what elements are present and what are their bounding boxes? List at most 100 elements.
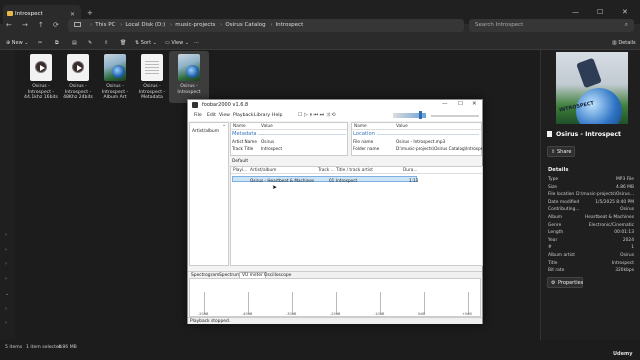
col-duration[interactable]: Dura...: [403, 168, 418, 173]
playlist-row[interactable]: Osirus - Heartbeat & Machines 01 Introsp…: [232, 176, 418, 183]
tab-title: Introspect: [15, 11, 43, 17]
nav-chevron-icon[interactable]: ›: [5, 320, 7, 326]
detail-row: Type MP3 File: [548, 177, 634, 183]
view-button[interactable]: ▭ View ⌄: [165, 40, 189, 46]
detail-value: 2024: [622, 237, 634, 243]
search-input[interactable]: Search Introspect ⌕: [469, 19, 634, 32]
close-tab-icon[interactable]: ✕: [70, 11, 75, 18]
menu-file[interactable]: File: [194, 113, 202, 118]
search-placeholder: Search Introspect: [475, 22, 524, 28]
nav-chevron-icon[interactable]: ›: [5, 247, 7, 253]
monitor-icon: [74, 22, 81, 27]
new-tab-icon[interactable]: +: [87, 9, 93, 17]
nav-chevron-icon[interactable]: ›: [5, 261, 7, 267]
details-button[interactable]: ▥ Details: [612, 40, 636, 46]
menu-playback[interactable]: Playback: [233, 113, 254, 118]
nav-chevron-icon[interactable]: ›: [5, 232, 7, 238]
breadcrumb-local-disk[interactable]: Local Disk (D:): [125, 22, 165, 28]
location-header: Name Value: [352, 123, 481, 130]
refresh-icon[interactable]: ⟳: [53, 21, 59, 29]
nav-chevron-icon[interactable]: ⌄: [5, 291, 9, 297]
file-name: Osirus - Introspect - 48Khz 24bits: [63, 84, 93, 101]
forward-icon[interactable]: →: [22, 21, 28, 29]
nav-chevron-icon[interactable]: ›: [5, 276, 7, 282]
loc-value[interactable]: Osirus - Introspect.mp3: [396, 139, 445, 144]
vu-tick: [248, 292, 249, 314]
loc-value[interactable]: D:\music-projects\Osirus Catalog\Introsp…: [396, 146, 482, 151]
meta-value[interactable]: Introspect: [261, 146, 282, 151]
row-artist-album: Osirus - Heartbeat & Machines: [250, 178, 315, 183]
cut-icon[interactable]: ✂: [38, 40, 42, 46]
menu-library[interactable]: Library: [254, 113, 270, 118]
breadcrumb-this-pc[interactable]: This PC: [95, 22, 115, 28]
playlist-header: Playi... Artist/album Track ... Title / …: [231, 167, 482, 174]
col-artist-album[interactable]: Artist/album: [250, 168, 276, 173]
row-track: 01: [329, 178, 335, 183]
rename-icon[interactable]: ✎: [88, 40, 92, 46]
seek-bar[interactable]: [431, 115, 479, 117]
nav-chevron-icon[interactable]: ›: [5, 306, 7, 312]
file-item[interactable]: Osirus - Introspect - 44.1khz 16bits: [21, 54, 61, 101]
breadcrumb-music-projects[interactable]: music-projects: [175, 22, 215, 28]
foobar-close-icon[interactable]: ✕: [472, 101, 477, 107]
playlist-tab[interactable]: Default: [232, 159, 248, 164]
copy-icon[interactable]: ⧉: [55, 40, 59, 46]
breadcrumb-osirus-catalog[interactable]: Osirus Catalog: [225, 22, 265, 28]
paste-icon[interactable]: ▤: [72, 40, 77, 46]
album-cover-preview: INTROSPECT: [556, 52, 628, 124]
address-bar[interactable]: › This PC › Local Disk (D:) › music-project…: [68, 19, 464, 32]
detail-row: Size 4.86 MB: [548, 185, 634, 191]
menu-help[interactable]: Help: [272, 113, 282, 118]
audio-file-icon: [67, 54, 89, 81]
search-icon: ⌕: [624, 21, 628, 28]
delete-icon[interactable]: 🗑: [120, 40, 126, 46]
more-icon[interactable]: ···: [194, 40, 199, 46]
audio-file-icon: [30, 54, 52, 81]
col-playing[interactable]: Playi...: [233, 168, 247, 173]
detail-row: Album Heartbeat & Machines: [548, 215, 634, 221]
chevron-down-icon[interactable]: ⌄: [222, 122, 226, 128]
foobar-window: foobar2000 v1.6.8 — ☐ ✕ File Edit View P…: [187, 99, 483, 324]
col-track[interactable]: Track ...: [318, 168, 335, 173]
detail-value: Heartbeat & Machines: [584, 215, 634, 220]
foobar-minimize-icon[interactable]: —: [442, 101, 448, 107]
detail-row: File location D:\music-projects\Osirus...: [548, 192, 634, 198]
file-name: Osirus - Introspect - Album Art: [101, 84, 129, 101]
close-window-icon[interactable]: ✕: [622, 8, 628, 16]
file-item[interactable]: Osirus - Introspect - 48Khz 24bits: [58, 54, 98, 101]
col-title[interactable]: Title / track artist: [336, 168, 373, 173]
file-item[interactable]: Osirus - Introspect - Metadata: [132, 54, 172, 101]
minimize-icon[interactable]: —: [572, 8, 579, 16]
file-item[interactable]: Osirus - Introspect - Album Art: [95, 54, 135, 101]
file-name: Osirus - Introspect: [177, 84, 201, 95]
share-icon[interactable]: ⇪: [104, 40, 108, 46]
share-button[interactable]: ⇪ Share: [547, 146, 575, 157]
foobar-maximize-icon[interactable]: ☐: [458, 101, 463, 107]
metadata-panel: Name Value Metadata Artist Name Osirus Tr…: [230, 122, 348, 156]
selection-size: 4.86 MB: [58, 345, 77, 350]
library-view-label[interactable]: Artist/album: [192, 129, 219, 134]
vu-label: +5dB: [462, 312, 472, 316]
sort-button[interactable]: ⇅ Sort ⌄: [135, 40, 157, 46]
metadata-header: Name Value: [231, 123, 347, 130]
playback-controls[interactable]: ☐ ▷ ⏸ ⏮ ⏭ ⤨ ⟲: [298, 112, 336, 118]
maximize-icon[interactable]: ☐: [597, 8, 603, 16]
meta-key: Track Title: [232, 146, 254, 151]
meta-value[interactable]: Osirus: [261, 139, 274, 144]
detail-key: #: [548, 245, 552, 251]
back-icon[interactable]: ←: [6, 21, 12, 29]
vu-meter-display: -20dB -40dB -30dB -20dB -10dB 0dB +5dB: [189, 278, 481, 317]
vu-label: 0dB: [418, 312, 425, 316]
metadata-group: Metadata: [232, 131, 257, 137]
location-group: Location: [353, 131, 375, 137]
properties-button[interactable]: ⚙ Properties: [547, 277, 583, 288]
breadcrumb-introspect[interactable]: Introspect: [276, 22, 304, 28]
volume-knob[interactable]: [419, 111, 422, 119]
new-button[interactable]: ⊕ New ⌄: [6, 40, 28, 46]
file-item-selected[interactable]: Osirus - Introspect: [169, 51, 209, 103]
menu-view[interactable]: View: [219, 113, 230, 118]
vu-label: -40dB: [242, 312, 253, 316]
menu-edit[interactable]: Edit: [207, 113, 216, 118]
image-thumbnail: [178, 54, 200, 81]
up-icon[interactable]: ↑: [38, 21, 44, 29]
